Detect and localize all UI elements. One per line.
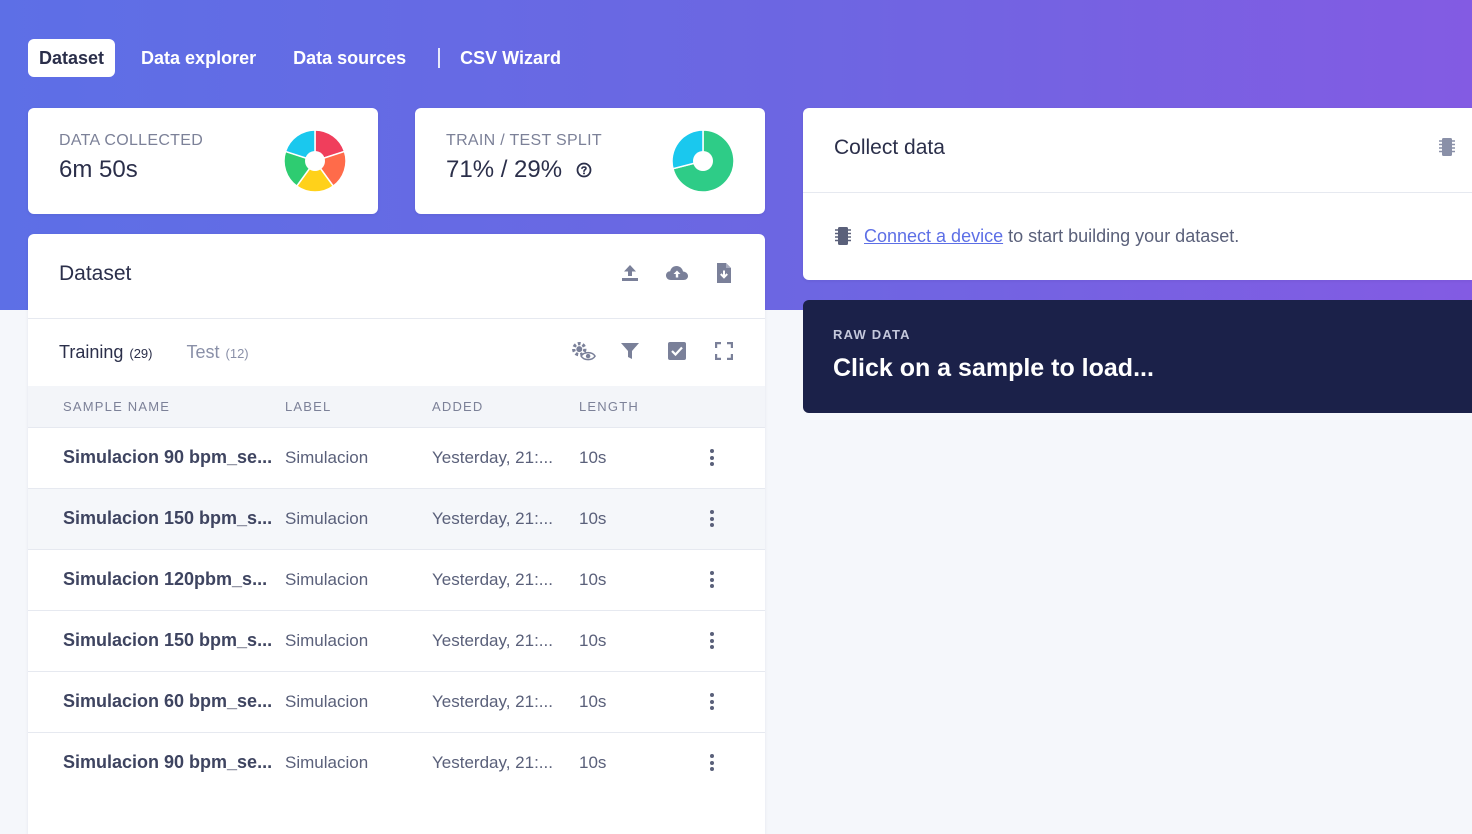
row-menu-icon[interactable] <box>707 632 717 649</box>
filter-icon[interactable] <box>617 338 643 364</box>
sample-table: SAMPLE NAME LABEL ADDED LENGTH Simulacio… <box>28 386 765 793</box>
tab-data-explorer[interactable]: Data explorer <box>130 39 267 77</box>
tab-dataset[interactable]: Dataset <box>28 39 116 77</box>
sample-label: Simulacion <box>285 752 369 772</box>
tab-test-count: (12) <box>225 346 249 361</box>
train-test-split-pie-chart <box>671 129 735 193</box>
sample-length: 10s <box>579 447 607 467</box>
row-menu-icon[interactable] <box>707 510 717 527</box>
row-menu-icon[interactable] <box>707 693 717 710</box>
train-test-split-row: 71% / 29% <box>446 156 602 184</box>
sample-label: Simulacion <box>285 447 369 467</box>
sample-added: Yesterday, 21:... <box>432 569 553 589</box>
sample-length: 10s <box>579 630 607 650</box>
raw-data-placeholder: Click on a sample to load... <box>833 354 1154 382</box>
tab-training[interactable]: Training (29) <box>59 342 153 363</box>
column-header-sample-name[interactable]: SAMPLE NAME <box>28 386 285 427</box>
sample-added: Yesterday, 21:... <box>432 630 553 650</box>
sample-added: Yesterday, 21:... <box>432 752 553 772</box>
tab-training-label: Training <box>59 342 124 362</box>
sample-length: 10s <box>579 569 607 589</box>
sample-label: Simulacion <box>285 691 369 711</box>
tab-training-count: (29) <box>129 346 153 361</box>
sample-name: Simulacion 60 bpm_se... <box>63 691 273 711</box>
settings-visibility-icon[interactable] <box>570 338 596 364</box>
sample-name: Simulacion 150 bpm_s... <box>63 630 273 650</box>
collect-data-panel: Collect data Connect a device to start b… <box>803 108 1472 280</box>
upload-icon[interactable] <box>617 260 643 286</box>
sample-length: 10s <box>579 508 607 528</box>
train-test-split-value: 71% / 29% <box>446 156 563 183</box>
table-row[interactable]: Simulacion 60 bpm_se... Simulacion Yesterd… <box>28 671 765 732</box>
sample-added: Yesterday, 21:... <box>432 447 553 467</box>
train-test-split-card: TRAIN / TEST SPLIT 71% / 29% <box>415 108 765 214</box>
sample-added: Yesterday, 21:... <box>432 508 553 528</box>
sample-tabs: Training (29) Test (12) <box>59 342 283 363</box>
tab-data-sources[interactable]: Data sources <box>282 39 417 77</box>
table-row[interactable]: Simulacion 90 bpm_se... Simulacion Yesterd… <box>28 732 765 793</box>
device-chip-icon[interactable] <box>1438 136 1456 163</box>
column-header-length[interactable]: LENGTH <box>579 386 707 427</box>
tab-csv-wizard[interactable]: CSV Wizard <box>460 39 572 77</box>
raw-data-label: RAW DATA <box>833 327 911 342</box>
table-tools <box>570 338 737 364</box>
row-menu-icon[interactable] <box>707 571 717 588</box>
connect-device-message: Connect a device to start building your … <box>834 225 1239 247</box>
top-nav: Dataset Data explorer Data sources CSV W… <box>28 39 587 77</box>
column-header-label[interactable]: LABEL <box>285 386 432 427</box>
tab-test-label: Test <box>186 342 220 362</box>
sample-name: Simulacion 90 bpm_se... <box>63 752 273 773</box>
tab-test[interactable]: Test (12) <box>187 342 249 363</box>
table-row[interactable]: Simulacion 150 bpm_s... Simulacion Yesterd… <box>28 610 765 671</box>
data-collected-card: DATA COLLECTED 6m 50s <box>28 108 378 214</box>
row-menu-icon[interactable] <box>707 449 717 466</box>
connect-device-rest: to start building your dataset. <box>1008 225 1240 246</box>
raw-data-panel: RAW DATA Click on a sample to load... <box>803 300 1472 413</box>
sample-added: Yesterday, 21:... <box>432 691 553 711</box>
table-row[interactable]: Simulacion 90 bpm_se... Simulacion Yesterd… <box>28 427 765 488</box>
sample-label: Simulacion <box>285 569 369 589</box>
divider <box>803 192 1472 193</box>
dataset-actions <box>617 260 737 286</box>
sample-label: Simulacion <box>285 508 369 528</box>
chip-icon <box>834 225 852 247</box>
sample-name: Simulacion 90 bpm_se... <box>63 447 273 467</box>
sample-table-wrapper: SAMPLE NAME LABEL ADDED LENGTH Simulacio… <box>28 386 765 793</box>
cloud-upload-icon[interactable] <box>664 260 690 286</box>
table-row[interactable]: Simulacion 120pbm_s... Simulacion Yesterda… <box>28 549 765 610</box>
dataset-title: Dataset <box>59 262 132 285</box>
data-collected-value: 6m 50s <box>59 156 138 183</box>
table-row[interactable]: Simulacion 150 bpm_s... Simulacion Yesterd… <box>28 488 765 549</box>
table-header: SAMPLE NAME LABEL ADDED LENGTH <box>28 386 765 427</box>
data-collected-pie-chart <box>283 129 347 193</box>
train-test-split-label: TRAIN / TEST SPLIT <box>446 132 602 149</box>
connect-device-link[interactable]: Connect a device <box>864 226 1003 247</box>
select-checkbox-icon[interactable] <box>664 338 690 364</box>
data-collected-label: DATA COLLECTED <box>59 132 204 149</box>
row-menu-icon[interactable] <box>707 754 717 772</box>
help-icon[interactable] <box>576 162 592 178</box>
nav-divider <box>438 48 441 68</box>
sample-label: Simulacion <box>285 630 369 650</box>
sample-length: 10s <box>579 752 607 772</box>
dataset-panel: Dataset Training (29) Test (12) SAMPLE N… <box>28 234 765 834</box>
expand-icon[interactable] <box>711 338 737 364</box>
column-header-added[interactable]: ADDED <box>432 386 579 427</box>
download-file-icon[interactable] <box>711 260 737 286</box>
collect-data-title: Collect data <box>834 136 945 159</box>
pie-hole <box>305 151 325 171</box>
sample-length: 10s <box>579 691 607 711</box>
divider <box>28 318 765 319</box>
pie-hole <box>693 151 713 171</box>
sample-name: Simulacion 120pbm_s... <box>63 569 268 589</box>
sample-name: Simulacion 150 bpm_s... <box>63 508 273 528</box>
